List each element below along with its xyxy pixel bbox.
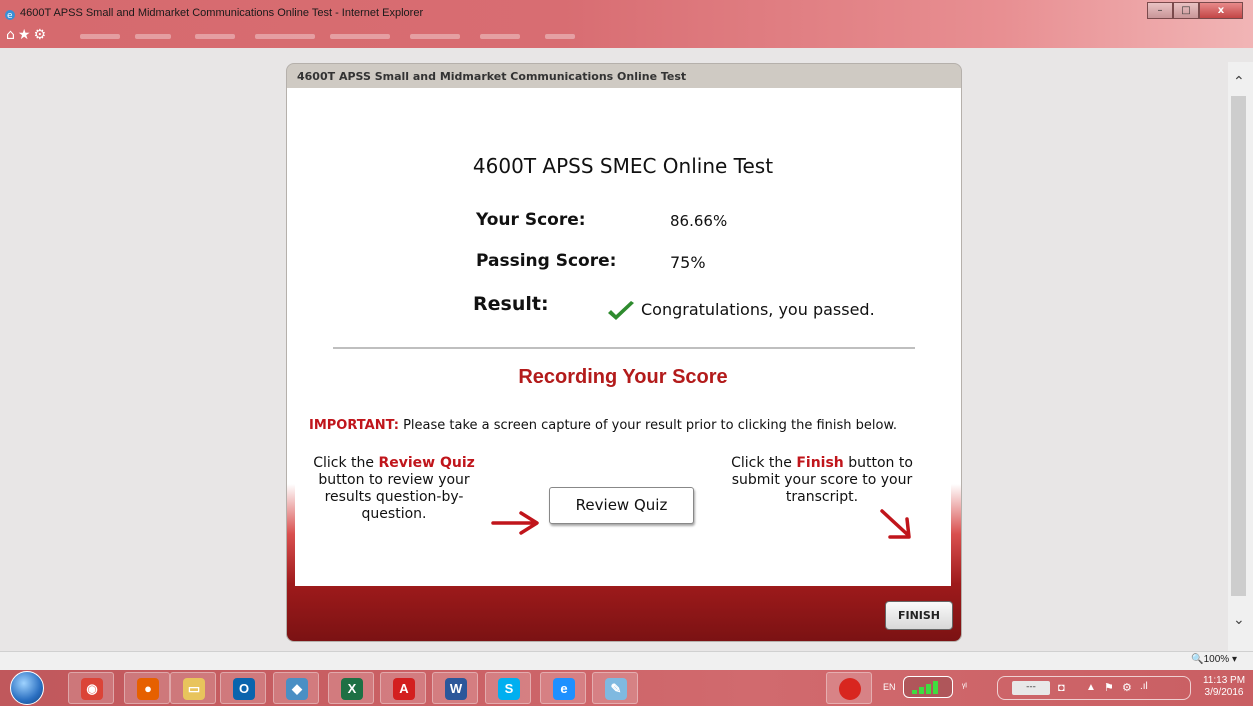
network-icon[interactable]: ⚙ [1122,681,1132,694]
taskbar: ◉ ● ▭ O ◆ X A W Se ✎ EN ᵞᴵ --- ◘ ▲ ⚑ ⚙ .ıl [0,670,1253,706]
checkmark-icon [608,301,634,320]
quiz-heading: 4600T APSS SMEC Online Test [472,154,774,178]
taskbar-explorer-button[interactable]: ▭ [170,672,216,704]
volume-icon[interactable]: .ıl [1140,681,1148,692]
finish-instructions: Click the Finish button to submit your s… [716,455,928,506]
passing-score-value: 75% [670,253,706,272]
scroll-up-icon[interactable]: ⌃ [1233,74,1245,90]
scroll-down-icon[interactable]: ⌄ [1233,612,1245,628]
clock-date: 3/9/2016 [1204,687,1244,698]
taskbar-skype-button[interactable]: S [485,672,531,704]
result-label: Result: [473,293,549,315]
your-score-value: 86.66% [670,212,728,230]
scrollbar-thumb[interactable] [1231,96,1246,596]
review-instructions: Click the Review Quiz button to review y… [308,455,480,523]
menu-item[interactable] [195,34,235,39]
important-label: IMPORTANT: [309,418,399,433]
menu-item[interactable] [410,34,460,39]
system-clock[interactable]: 11:13 PM 3/9/2016 [1199,675,1249,699]
arrow-right-icon [491,511,539,535]
recording-score-heading: Recording Your Score [518,366,728,388]
internet-explorer-icon: e [5,10,15,21]
taskbar-internet-explorer-button[interactable]: e [540,672,586,704]
taskbar-word-button[interactable]: W [432,672,478,704]
taskbar-app-button[interactable]: ◆ [273,672,319,704]
your-score-label: Your Score: [476,210,586,230]
quiz-frame-title: 4600T APSS Small and Midmarket Communica… [297,70,687,83]
maximize-button[interactable]: □ [1173,2,1199,19]
show-hidden-icons-icon[interactable]: ▲ [1086,682,1096,693]
start-button[interactable] [10,671,44,705]
close-button[interactable]: x [1199,2,1243,19]
menu-item[interactable] [255,34,315,39]
taskbar-chrome-button[interactable]: ◉ [68,672,114,704]
outlook-icon: O [233,678,255,700]
taskbar-acrobat-button[interactable]: A [380,672,426,704]
app-icon [839,678,861,700]
antenna-icon[interactable]: ᵞᴵ [962,682,967,693]
review-instr-keyword: Review Quiz [378,455,475,471]
taskbar-pinned-app[interactable] [826,672,872,704]
explorer-icon: ▭ [183,678,205,700]
passing-score-label: Passing Score: [476,251,617,271]
status-bar: 🔍100% ▾ [0,651,1253,670]
zoom-level[interactable]: 🔍100% ▾ [1191,654,1237,665]
excel-icon: X [341,678,363,700]
chrome-icon: ◉ [81,678,103,700]
review-instr-pre: Click the [313,455,379,471]
divider [333,347,915,349]
clock-time: 11:13 PM [1202,675,1246,686]
menu-item[interactable] [135,34,171,39]
important-notice: IMPORTANT: Please take a screen capture … [309,418,897,433]
finish-button[interactable]: FINISH [885,601,953,630]
important-text: Please take a screen capture of your res… [398,418,898,433]
taskbar-excel-button[interactable]: X [328,672,374,704]
tray-app-icon[interactable]: --- [1012,681,1050,695]
review-quiz-button[interactable]: Review Quiz [549,487,694,524]
finish-instr-pre: Click the [731,455,797,471]
app-icon: ◆ [286,678,308,700]
taskbar-outlook-button[interactable]: O [220,672,266,704]
window-title: 4600T APSS Small and Midmarket Communica… [20,7,424,19]
arrow-down-right-icon [880,509,911,539]
signal-bars-icon [912,681,938,694]
action-center-flag-icon[interactable]: ⚑ [1104,681,1114,694]
finish-instr-keyword: Finish [796,455,844,471]
menu-item[interactable] [480,34,520,39]
signal-widget[interactable] [903,676,953,698]
internet-explorer-icon: e [553,678,575,700]
minimize-button[interactable]: – [1147,2,1173,19]
svg-text:e: e [7,11,13,21]
skype-icon: S [498,678,520,700]
notification-tray: --- ◘ ▲ ⚑ ⚙ .ıl [997,676,1191,700]
language-indicator[interactable]: EN [883,682,896,692]
acrobat-icon: A [393,678,415,700]
menu-item[interactable] [80,34,120,39]
tray-device-icon[interactable]: ◘ [1058,682,1065,694]
word-icon: W [445,678,467,700]
window-title-bar: e 4600T APSS Small and Midmarket Communi… [0,0,1253,48]
review-instr-post: button to review your results question-b… [318,472,470,522]
taskbar-paint-button[interactable]: ✎ [592,672,638,704]
paint-icon: ✎ [605,678,627,700]
result-value: Congratulations, you passed. [641,300,875,319]
menu-item[interactable] [330,34,390,39]
firefox-icon: ● [137,678,159,700]
favorites-icons[interactable]: ⌂★⚙ [6,27,49,43]
screen: e 4600T APSS Small and Midmarket Communi… [0,0,1253,706]
window-controls: – □ x [1147,2,1243,19]
menu-item[interactable] [545,34,575,39]
taskbar-firefox-button[interactable]: ● [124,672,170,704]
